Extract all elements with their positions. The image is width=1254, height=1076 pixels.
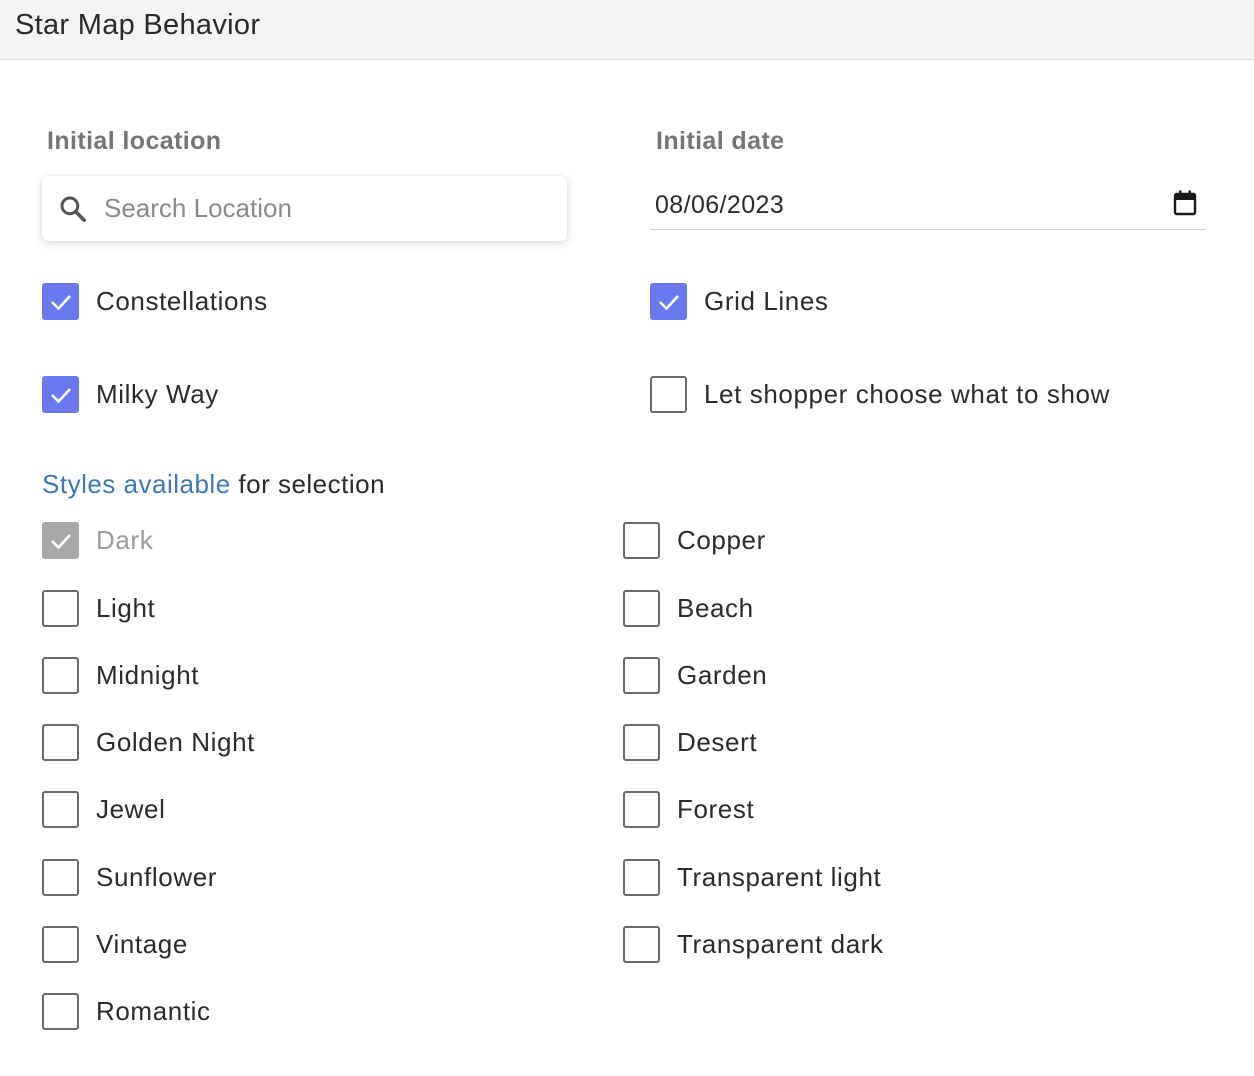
style-option-forest[interactable]: Forest	[623, 790, 754, 828]
style-checkbox-garden[interactable]	[623, 656, 660, 694]
style-label: Transparent light	[677, 861, 882, 892]
style-option-copper[interactable]: Copper	[623, 521, 766, 559]
initial-location-label: Initial location	[47, 127, 222, 155]
style-label: Dark	[96, 524, 154, 555]
style-option-transparent-light[interactable]: Transparent light	[623, 858, 881, 896]
style-label: Desert	[677, 726, 758, 757]
style-checkbox-copper[interactable]	[623, 521, 660, 559]
style-label: Garden	[677, 659, 768, 690]
style-option-garden[interactable]: Garden	[623, 656, 767, 694]
style-label: Golden Night	[96, 726, 255, 757]
page-title: Star Map Behavior	[15, 9, 261, 41]
constellations-checkbox[interactable]	[42, 282, 79, 320]
style-option-romantic[interactable]: Romantic	[42, 992, 211, 1030]
checkmark-icon	[51, 533, 71, 549]
style-option-vintage[interactable]: Vintage	[42, 925, 188, 963]
style-checkbox-midnight[interactable]	[42, 656, 79, 694]
style-option-dark: Dark	[42, 521, 153, 559]
style-option-jewel[interactable]: Jewel	[42, 790, 165, 828]
date-value: 08/06/2023	[655, 191, 785, 219]
style-label: Light	[96, 592, 156, 623]
style-option-light[interactable]: Light	[42, 589, 155, 627]
style-checkbox-beach[interactable]	[623, 589, 660, 627]
search-icon	[60, 196, 86, 222]
style-label: Beach	[677, 592, 754, 623]
style-option-golden-night[interactable]: Golden Night	[42, 723, 255, 761]
date-input[interactable]: 08/06/2023	[650, 176, 1206, 230]
location-search-box[interactable]	[42, 176, 567, 241]
style-checkbox-vintage[interactable]	[42, 925, 79, 963]
style-label: Transparent dark	[677, 928, 884, 959]
milky-way-checkbox[interactable]	[42, 375, 79, 413]
shopper-choose-checkbox[interactable]	[650, 375, 687, 413]
option-grid-lines[interactable]: Grid Lines	[650, 282, 829, 320]
grid-lines-checkbox[interactable]	[650, 282, 687, 320]
style-option-beach[interactable]: Beach	[623, 589, 754, 627]
style-label: Midnight	[96, 659, 200, 690]
style-option-transparent-dark[interactable]: Transparent dark	[623, 925, 884, 963]
style-label: Jewel	[96, 793, 166, 824]
style-checkbox-transparent-light[interactable]	[623, 858, 660, 896]
option-constellations[interactable]: Constellations	[42, 282, 268, 320]
checkmark-icon	[51, 294, 71, 310]
style-option-sunflower[interactable]: Sunflower	[42, 858, 217, 896]
style-checkbox-golden-night[interactable]	[42, 723, 79, 761]
style-label: Vintage	[96, 928, 188, 959]
option-milky-way[interactable]: Milky Way	[42, 375, 219, 413]
style-checkbox-light[interactable]	[42, 589, 79, 627]
milky-way-label: Milky Way	[96, 378, 219, 409]
option-shopper-choose[interactable]: Let shopper choose what to show	[650, 375, 1110, 413]
style-checkbox-dark	[42, 521, 79, 559]
style-checkbox-forest[interactable]	[623, 790, 660, 828]
grid-lines-label: Grid Lines	[704, 285, 829, 316]
constellations-label: Constellations	[96, 285, 268, 316]
style-label: Romantic	[96, 995, 211, 1026]
styles-available-link[interactable]: Styles available	[42, 469, 231, 499]
style-checkbox-romantic[interactable]	[42, 992, 79, 1030]
calendar-icon[interactable]	[1173, 190, 1197, 216]
style-label: Forest	[677, 793, 755, 824]
style-option-midnight[interactable]: Midnight	[42, 656, 199, 694]
style-label: Sunflower	[96, 861, 218, 892]
initial-date-label: Initial date	[656, 127, 785, 155]
location-search-input[interactable]	[104, 176, 554, 241]
style-checkbox-transparent-dark[interactable]	[623, 925, 660, 963]
shopper-choose-label: Let shopper choose what to show	[704, 378, 1110, 409]
style-checkbox-sunflower[interactable]	[42, 858, 79, 896]
styles-heading: Styles available for selection	[42, 469, 385, 500]
checkmark-icon	[659, 294, 679, 310]
styles-heading-rest: for selection	[230, 469, 386, 499]
style-label: Copper	[677, 524, 766, 555]
style-checkbox-jewel[interactable]	[42, 790, 79, 828]
style-checkbox-desert[interactable]	[623, 723, 660, 761]
checkmark-icon	[51, 387, 71, 403]
style-option-desert[interactable]: Desert	[623, 723, 757, 761]
page-header: Star Map Behavior	[0, 0, 1254, 60]
